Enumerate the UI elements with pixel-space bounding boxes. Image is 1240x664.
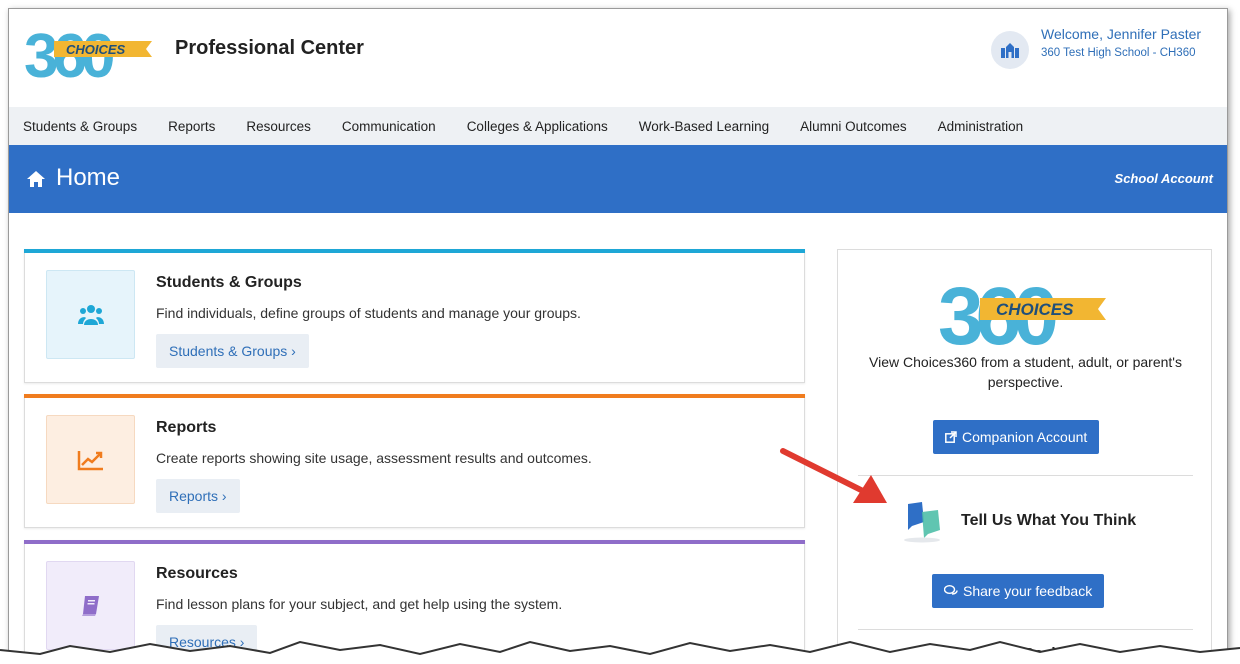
card-accent-bar bbox=[24, 540, 805, 544]
divider bbox=[858, 475, 1193, 476]
card-reports: Reports Create reports showing site usag… bbox=[24, 394, 805, 528]
school-building-icon[interactable] bbox=[991, 31, 1029, 69]
choices360-logo[interactable]: 360 CHOICES bbox=[24, 19, 159, 81]
torn-edge bbox=[0, 640, 1240, 664]
comments-icon bbox=[943, 575, 958, 609]
nav-communication[interactable]: Communication bbox=[342, 119, 436, 134]
nav-reports[interactable]: Reports bbox=[168, 119, 215, 134]
card-accent-bar bbox=[24, 394, 805, 398]
companion-account-button[interactable]: Companion Account bbox=[933, 420, 1100, 455]
page-header: Home School Account bbox=[9, 145, 1227, 213]
card-title: Students & Groups bbox=[156, 274, 302, 291]
app-window: 360 CHOICES Professional Center Welcome,… bbox=[8, 8, 1228, 664]
logo-text: CHOICES bbox=[66, 42, 126, 57]
nav-administration[interactable]: Administration bbox=[938, 119, 1024, 134]
welcome-text[interactable]: Welcome, Jennifer Paster bbox=[1041, 26, 1201, 42]
share-feedback-label: Share your feedback bbox=[963, 583, 1093, 599]
companion-description: View Choices360 from a student, adult, o… bbox=[869, 354, 1182, 390]
nav-alumni-outcomes[interactable]: Alumni Outcomes bbox=[800, 119, 907, 134]
annotation-arrow bbox=[780, 448, 887, 503]
card-title: Resources bbox=[156, 565, 238, 582]
page-title: Home bbox=[56, 164, 121, 191]
companion-account-label: Companion Account bbox=[962, 429, 1088, 445]
account-type-label: School Account bbox=[1114, 171, 1213, 186]
nav-resources[interactable]: Resources bbox=[246, 119, 311, 134]
share-feedback-button[interactable]: Share your feedback bbox=[932, 574, 1105, 609]
school-name: 360 Test High School - CH360 bbox=[1041, 47, 1196, 59]
students-groups-button[interactable]: Students & Groups › bbox=[156, 334, 309, 368]
card-accent-bar bbox=[24, 249, 805, 253]
side-logo-text: CHOICES bbox=[996, 300, 1074, 319]
card-description: Find lesson plans for your subject, and … bbox=[156, 596, 563, 612]
chat-bubbles-icon bbox=[904, 502, 940, 543]
nav-students-groups[interactable]: Students & Groups bbox=[23, 119, 137, 134]
external-link-icon bbox=[945, 421, 957, 455]
nav-work-based-learning[interactable]: Work-Based Learning bbox=[639, 119, 769, 134]
nav-colleges-applications[interactable]: Colleges & Applications bbox=[467, 119, 608, 134]
main-nav: Students & Groups Reports Resources Comm… bbox=[9, 107, 1227, 145]
choices360-side-logo: 360 CHOICES bbox=[938, 271, 1106, 348]
card-students-groups: Students & Groups Find individuals, defi… bbox=[24, 249, 805, 383]
card-title: Reports bbox=[156, 419, 217, 436]
top-header: 360 CHOICES Professional Center Welcome,… bbox=[9, 9, 1227, 107]
feedback-title: Tell Us What You Think bbox=[961, 512, 1137, 529]
line-chart-icon[interactable] bbox=[46, 415, 135, 504]
home-icon bbox=[27, 171, 45, 187]
users-icon[interactable] bbox=[46, 270, 135, 359]
reports-button[interactable]: Reports › bbox=[156, 479, 240, 513]
card-description: Create reports showing site usage, asses… bbox=[156, 450, 592, 466]
app-title: Professional Center bbox=[175, 37, 364, 59]
card-description: Find individuals, define groups of stude… bbox=[156, 305, 581, 321]
